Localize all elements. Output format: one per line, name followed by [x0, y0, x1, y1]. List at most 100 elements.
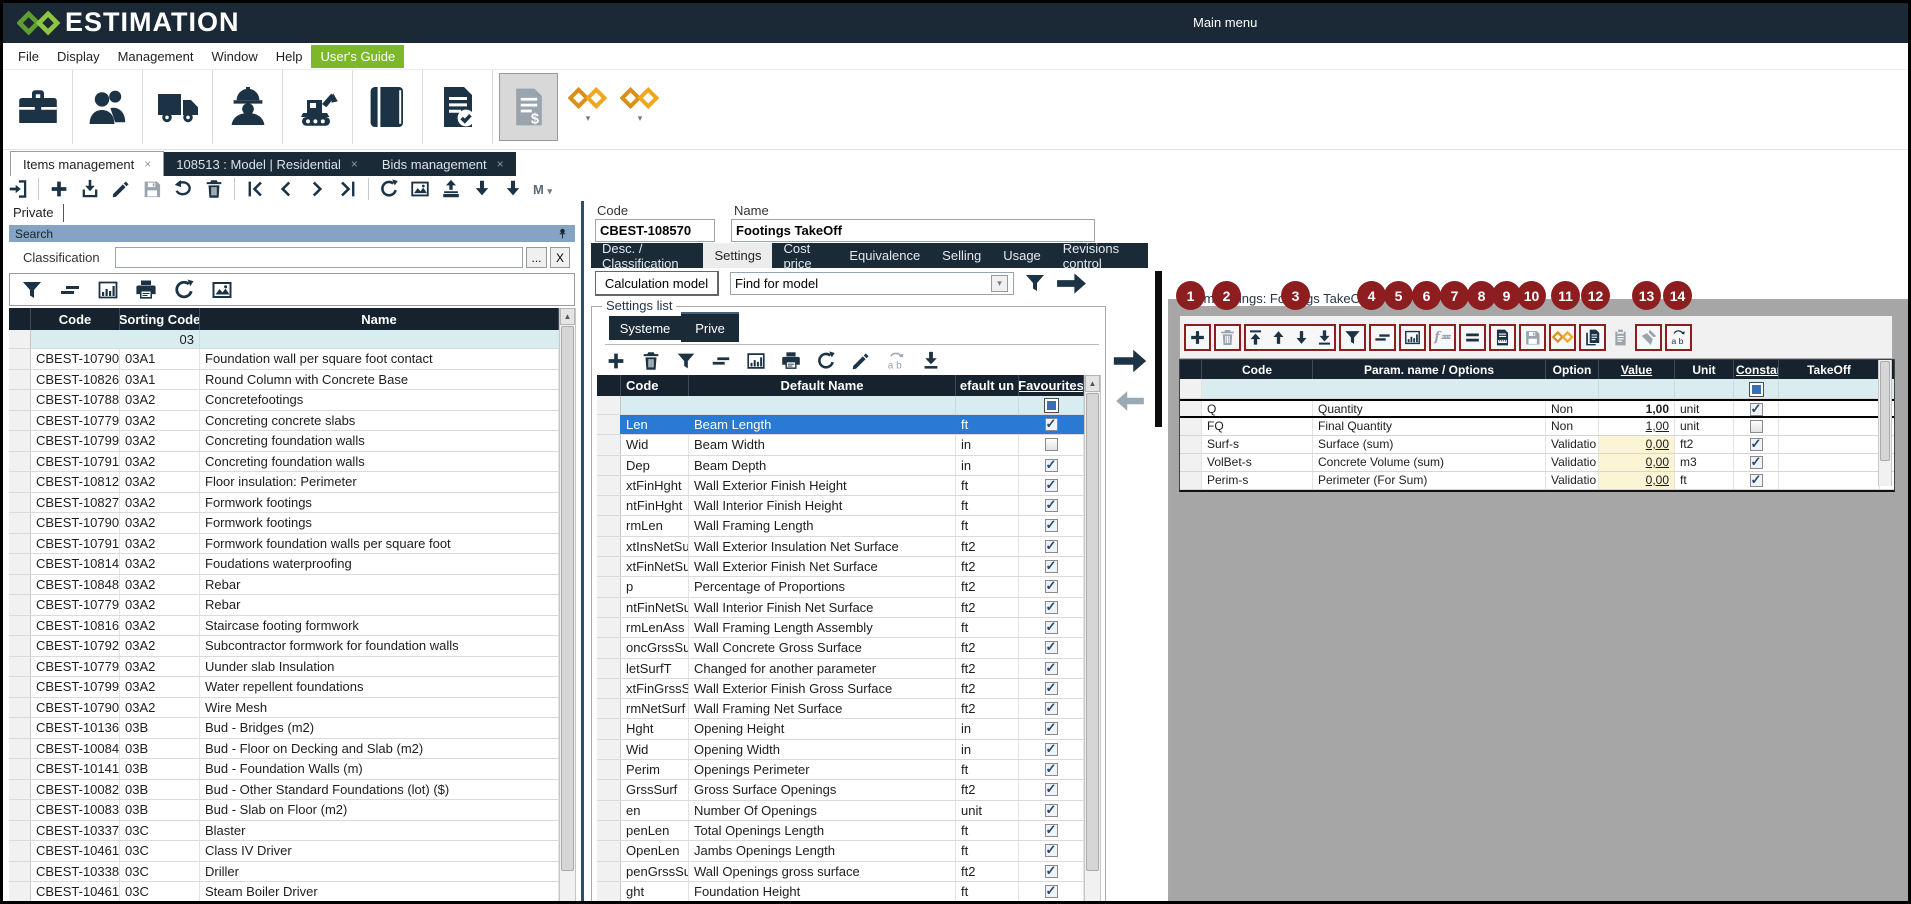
row-selector[interactable] [9, 452, 31, 472]
cell-value[interactable]: 1,00 [1599, 418, 1675, 435]
table-row[interactable]: xtFinNetSurf Wall Exterior Finish Net Su… [597, 557, 1084, 577]
subtab-prive[interactable]: Prive [681, 312, 739, 342]
row-selector[interactable] [597, 841, 621, 860]
cell-favourite[interactable] [1019, 618, 1084, 637]
catalog-button[interactable] [353, 70, 423, 144]
table-row[interactable]: GrssSurf Gross Surface Openings ft2 [597, 780, 1084, 800]
row-selector[interactable] [9, 821, 31, 841]
row-selector[interactable] [9, 800, 31, 820]
row-selector[interactable] [597, 719, 621, 738]
code-field[interactable] [595, 219, 715, 242]
truck-button[interactable] [143, 70, 213, 144]
checkbox-icon[interactable] [1045, 519, 1058, 532]
filter-cell[interactable] [1675, 379, 1734, 398]
download-alt-icon[interactable] [502, 178, 524, 200]
employees-button[interactable] [73, 70, 143, 144]
scroll-up-icon[interactable]: ▲ [1085, 375, 1100, 392]
row-selector[interactable] [597, 476, 621, 495]
menu-display[interactable]: Display [48, 45, 109, 68]
table-row[interactable]: CBEST-107902 03A2 Formwork footings [9, 513, 559, 534]
unit-column-header[interactable]: Unit [1675, 360, 1734, 379]
refresh-icon[interactable] [172, 278, 196, 302]
subtab-systeme[interactable]: Systeme [609, 316, 681, 340]
table-row[interactable]: CBEST-100822 03B Bud - Other Standard Fo… [9, 780, 559, 801]
checkbox-icon[interactable] [1750, 438, 1763, 451]
cell-favourite[interactable] [1019, 659, 1084, 678]
row-selector[interactable] [597, 821, 621, 840]
cell-value[interactable]: 0,00 [1599, 436, 1675, 453]
option-column-header[interactable]: Option [1546, 360, 1599, 379]
table-row[interactable]: CBEST-107908 03A1 Foundation wall per sq… [9, 349, 559, 370]
row-selector[interactable] [597, 557, 621, 576]
row-selector[interactable] [1180, 436, 1202, 453]
checkbox-icon[interactable] [1045, 479, 1058, 492]
table-row[interactable]: CBEST-107925 03A2 Subcontractor formwork… [9, 636, 559, 657]
table-row[interactable]: Len Beam Length ft [597, 415, 1084, 435]
equipment-button[interactable] [283, 70, 353, 144]
row-selector[interactable] [9, 739, 31, 759]
table-row[interactable]: ntFinHght Wall Interior Finish Height ft [597, 496, 1084, 516]
default-unit-column-header[interactable]: efault un [956, 375, 1019, 396]
checkbox-icon[interactable] [1045, 844, 1058, 857]
table-row[interactable]: CBEST-108267 03A1 Round Column with Conc… [9, 370, 559, 391]
cell-favourite[interactable] [1019, 435, 1084, 454]
table-row[interactable]: CBEST-107884 03A2 Concretefootings [9, 390, 559, 411]
chart-button[interactable] [1399, 324, 1426, 351]
cell-favourite[interactable] [1019, 516, 1084, 535]
table-row[interactable]: CBEST-107996 03A2 Water repellent founda… [9, 677, 559, 698]
row-selector[interactable] [9, 472, 31, 492]
row-selector[interactable] [9, 718, 31, 738]
table-row[interactable]: CBEST-101412 03B Bud - Foundation Walls … [9, 759, 559, 780]
row-selector[interactable] [597, 780, 621, 799]
exit-icon[interactable] [7, 178, 29, 200]
row-selector[interactable] [597, 659, 621, 678]
default-name-column-header[interactable]: Default Name [689, 375, 956, 396]
table-row[interactable]: penGrssSur Wall Openings gross surface f… [597, 862, 1084, 882]
close-icon[interactable]: × [497, 157, 504, 171]
table-row[interactable]: CBEST-107794 03A2 Uunder slab Insulation [9, 657, 559, 678]
print-icon[interactable] [780, 350, 802, 372]
filter-cell[interactable] [1599, 379, 1675, 398]
add-button[interactable] [1184, 324, 1211, 351]
close-icon[interactable]: × [144, 157, 151, 171]
cell-favourite[interactable] [1019, 882, 1084, 901]
row-selector[interactable] [597, 740, 621, 759]
estimation-gold-button[interactable]: ▾ [562, 70, 614, 140]
favourites-column-header[interactable]: Favourites [1019, 375, 1084, 396]
edit-icon[interactable] [850, 350, 872, 372]
estimation-button[interactable] [1549, 324, 1576, 351]
row-selector[interactable] [9, 575, 31, 595]
first-record-icon[interactable] [244, 178, 266, 200]
delete-icon[interactable] [203, 178, 225, 200]
checkbox-icon[interactable] [1045, 438, 1058, 451]
row-selector[interactable] [597, 760, 621, 779]
cell-favourite[interactable] [1019, 557, 1084, 576]
table-row[interactable]: rmNetSurf Wall Framing Net Surface ft2 [597, 699, 1084, 719]
cell-constant[interactable] [1734, 436, 1779, 453]
cell-favourite[interactable] [1019, 577, 1084, 596]
table-row[interactable]: CBEST-104615 03C Steam Boiler Driver [9, 882, 559, 903]
tab-settings[interactable]: Settings [703, 243, 772, 268]
apply-model-arrow-icon[interactable] [1055, 271, 1088, 296]
name-field[interactable] [731, 219, 1095, 242]
row-selector[interactable] [597, 801, 621, 820]
checkbox-icon[interactable] [1750, 474, 1763, 487]
row-selector[interactable] [597, 862, 621, 881]
row-selector[interactable] [9, 370, 31, 390]
tab-equivalence[interactable]: Equivalence [838, 243, 931, 268]
table-row[interactable]: CBEST-107914 03A2 Concreting foundation … [9, 452, 559, 473]
edit-icon[interactable] [110, 178, 132, 200]
table-row[interactable]: CBEST-108274 03A2 Formwork footings [9, 493, 559, 514]
next-record-icon[interactable] [306, 178, 328, 200]
rename-button[interactable] [1665, 324, 1692, 351]
row-selector[interactable] [597, 577, 621, 596]
row-selector[interactable] [9, 759, 31, 779]
tab-revisions-control[interactable]: Revisions control [1052, 243, 1148, 268]
cell-favourite[interactable] [1019, 841, 1084, 860]
cell-favourite[interactable] [1019, 801, 1084, 820]
m-dropdown[interactable]: M ▾ [533, 182, 552, 197]
table-row[interactable]: VolBet-s Concrete Volume (sum) Validatio… [1180, 454, 1894, 472]
table-row[interactable]: Surf-s Surface (sum) Validatio 0,00 ft2 [1180, 436, 1894, 454]
table-row[interactable]: CBEST-101364 03B Bud - Bridges (m2) [9, 718, 559, 739]
row-selector[interactable] [597, 435, 621, 454]
